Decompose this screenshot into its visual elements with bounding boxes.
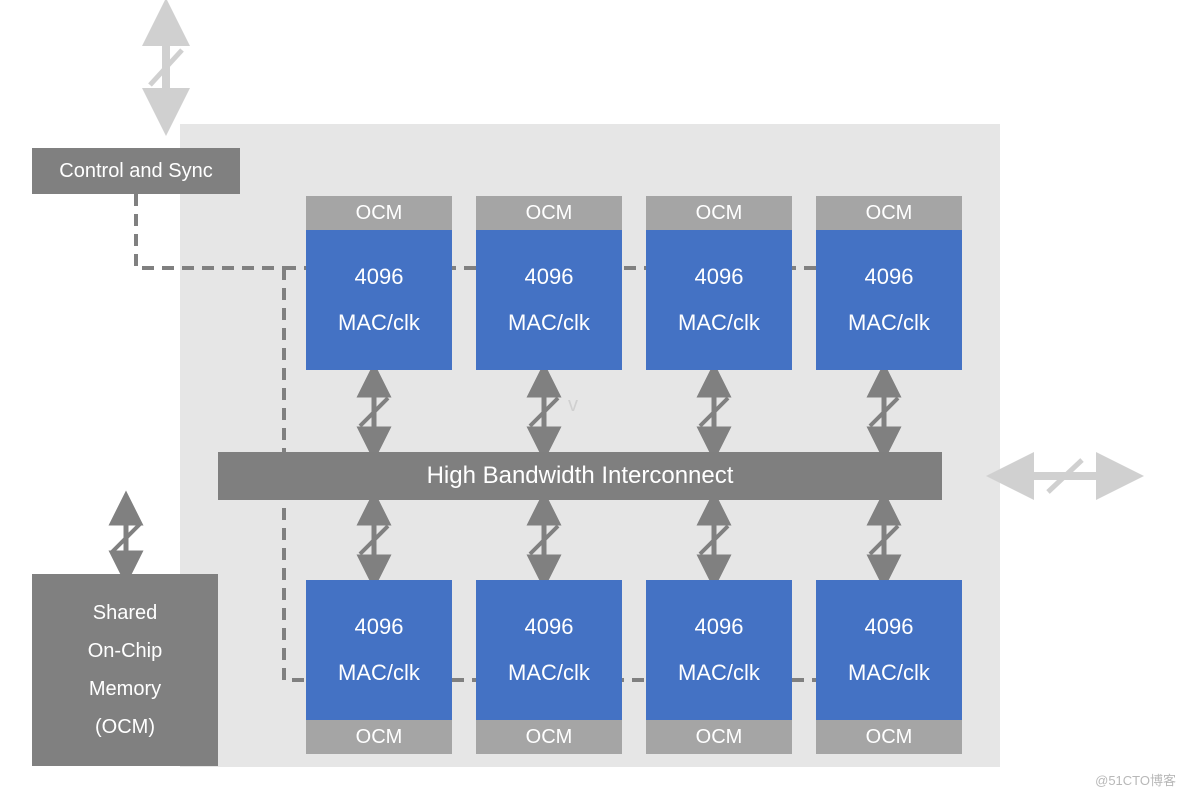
mac-block-bot-4: 4096 MAC/clk OCM <box>816 580 962 754</box>
mac-count: 4096 <box>355 264 404 290</box>
mac-unit: MAC/clk <box>848 660 930 686</box>
mac-count: 4096 <box>525 614 574 640</box>
mac-body: 4096 MAC/clk <box>646 230 792 370</box>
interconnect-bar: High Bandwidth Interconnect <box>218 452 942 500</box>
interconnect-label: High Bandwidth Interconnect <box>427 462 734 490</box>
mac-block-top-2: OCM 4096 MAC/clk <box>476 196 622 370</box>
mac-unit: MAC/clk <box>338 310 420 336</box>
mac-body: 4096 MAC/clk <box>816 230 962 370</box>
ocm-label: OCM <box>816 720 962 754</box>
watermark: @51CTO博客 <box>1095 770 1176 789</box>
mac-block-bot-2: 4096 MAC/clk OCM <box>476 580 622 754</box>
mac-count: 4096 <box>355 614 404 640</box>
shared-ocm-box: Shared On-Chip Memory (OCM) <box>32 574 218 766</box>
mac-unit: MAC/clk <box>508 310 590 336</box>
mac-block-top-4: OCM 4096 MAC/clk <box>816 196 962 370</box>
mac-body: 4096 MAC/clk <box>306 230 452 370</box>
mac-body: 4096 MAC/clk <box>476 230 622 370</box>
shared-label-2: On-Chip <box>88 632 162 670</box>
mac-unit: MAC/clk <box>678 660 760 686</box>
mac-block-bot-1: 4096 MAC/clk OCM <box>306 580 452 754</box>
v-label: v <box>568 394 578 417</box>
mac-block-top-1: OCM 4096 MAC/clk <box>306 196 452 370</box>
ocm-label: OCM <box>816 196 962 230</box>
ocm-label: OCM <box>646 720 792 754</box>
mac-body: 4096 MAC/clk <box>646 580 792 720</box>
mac-block-top-3: OCM 4096 MAC/clk <box>646 196 792 370</box>
mac-block-bot-3: 4096 MAC/clk OCM <box>646 580 792 754</box>
mac-unit: MAC/clk <box>338 660 420 686</box>
mac-body: 4096 MAC/clk <box>306 580 452 720</box>
mac-count: 4096 <box>525 264 574 290</box>
mac-count: 4096 <box>695 614 744 640</box>
shared-label-1: Shared <box>93 594 158 632</box>
mac-unit: MAC/clk <box>678 310 760 336</box>
control-sync-box: Control and Sync <box>32 148 240 194</box>
ocm-label: OCM <box>646 196 792 230</box>
mac-count: 4096 <box>695 264 744 290</box>
mac-unit: MAC/clk <box>848 310 930 336</box>
mac-unit: MAC/clk <box>508 660 590 686</box>
shared-label-3: Memory <box>89 670 161 708</box>
mac-body: 4096 MAC/clk <box>816 580 962 720</box>
ocm-label: OCM <box>476 720 622 754</box>
control-sync-label: Control and Sync <box>59 160 212 183</box>
ocm-label: OCM <box>306 720 452 754</box>
mac-body: 4096 MAC/clk <box>476 580 622 720</box>
mac-count: 4096 <box>865 614 914 640</box>
mac-count: 4096 <box>865 264 914 290</box>
ocm-label: OCM <box>476 196 622 230</box>
shared-label-4: (OCM) <box>95 708 155 746</box>
ocm-label: OCM <box>306 196 452 230</box>
